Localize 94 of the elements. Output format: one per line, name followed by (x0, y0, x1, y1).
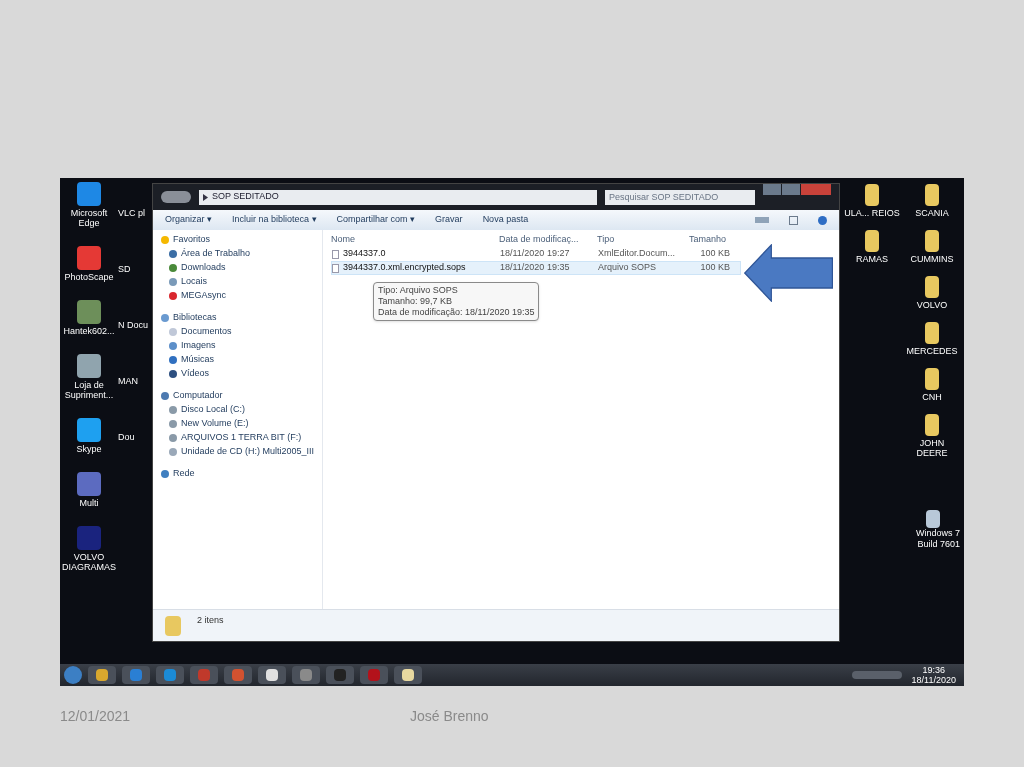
file-type: Arquivo SOPS (598, 261, 658, 275)
nav-item[interactable]: Músicas (161, 354, 322, 366)
desktop-icon-label: Loja de Supriment... (63, 380, 115, 400)
nav-item[interactable]: Rede (161, 468, 322, 480)
breadcrumb[interactable]: SOP SEDITADO (212, 190, 279, 204)
toolbar-button[interactable]: Incluir na biblioteca ▾ (232, 213, 317, 227)
desktop-icon-label: CUMMINS (910, 254, 954, 264)
slide-date: 12/01/2021 (60, 706, 132, 726)
clock-date[interactable]: 18/11/2020 (911, 675, 956, 685)
desktop-icon-label: SCANIA (915, 208, 949, 218)
desktop-icon-label: ULA... REIOS (844, 208, 900, 218)
desktop-icon-label: Skype (76, 444, 102, 454)
desktop-icon[interactable] (77, 354, 101, 378)
taskbar-app-icon[interactable] (394, 666, 422, 684)
file-date: 18/11/2020 19:27 (500, 247, 571, 261)
desktop-icon-label: Hantek602... (63, 326, 115, 336)
desktop-icon[interactable] (77, 182, 101, 206)
file-size: 100 KB (699, 261, 730, 275)
folder-icon[interactable] (925, 276, 939, 298)
desktop-icon[interactable] (77, 246, 101, 270)
toolbar-button[interactable]: Organizar ▾ (165, 213, 213, 227)
file-size: 100 KB (699, 247, 730, 261)
toolbar-button[interactable]: Compartilhar com ▾ (336, 213, 416, 227)
watermark-text: Build 7601 (917, 539, 960, 550)
slide-author: José Brenno (410, 706, 489, 726)
watermark-text: Windows 7 (916, 528, 960, 539)
column-header[interactable]: Tipo (597, 233, 689, 247)
back-forward-icon[interactable] (161, 191, 191, 203)
toolbar-button[interactable]: Nova pasta (482, 213, 529, 227)
tooltip-line: Tipo: Arquivo SOPS (378, 285, 459, 296)
desktop-icon-label: SD (118, 264, 132, 274)
desktop-icon-label: MERCEDES (906, 346, 958, 356)
folder-icon[interactable] (925, 322, 939, 344)
file-row[interactable]: 3944337.0 18/11/2020 19:27 XmlEditor.Docum... 100 KB (331, 247, 741, 261)
desktop-icon-label: N Docu (118, 320, 149, 330)
nav-icon (161, 470, 169, 478)
nav-item[interactable]: Documentos (161, 326, 322, 338)
desktop-icon-label: Microsoft Edge (69, 208, 109, 228)
desktop-icon[interactable] (77, 418, 101, 442)
desktop-icon-label: RAMAS (856, 254, 888, 264)
nav-item[interactable]: Locais (161, 276, 322, 288)
nav-item[interactable]: Imagens (161, 340, 322, 352)
folder-icon[interactable] (925, 368, 939, 390)
item-count: 2 itens (197, 614, 224, 627)
nav-item[interactable]: Bibliotecas (161, 312, 322, 324)
file-row[interactable]: 3944337.0.xml.encrypted.sops 18/11/2020 19:35 Arquivo SOPS 100 KB (331, 261, 741, 275)
folder-icon[interactable] (865, 184, 879, 206)
folder-icon[interactable] (925, 230, 939, 252)
desktop-icon-label: Multi (79, 498, 99, 508)
column-header[interactable]: Tamanho (689, 233, 739, 247)
desktop-icon-label: JOHN DEERE (915, 438, 949, 458)
desktop-icon[interactable] (77, 300, 101, 324)
tray-icons[interactable] (851, 671, 902, 679)
clock-time[interactable]: 19:36 (922, 665, 946, 675)
nav-item[interactable]: Vídeos (161, 368, 322, 380)
desktop-icon-label: PhotoScape (64, 272, 114, 282)
tooltip-line: Data de modificação: 18/11/2020 19:35 (378, 307, 535, 318)
desktop-icon-label: VOLVO (916, 300, 948, 310)
folder-icon[interactable] (865, 230, 879, 252)
taskbar-app-icon[interactable] (88, 666, 116, 684)
desktop-icon-label: VLC pl (118, 208, 146, 218)
toolbar-button[interactable]: Gravar (435, 213, 463, 227)
file-name: 3944337.0 (343, 247, 386, 261)
nav-item[interactable]: New Volume (E:) (161, 418, 322, 430)
column-header[interactable]: Data de modificaç... (499, 233, 597, 247)
nav-item[interactable]: Downloads (161, 262, 322, 274)
preview-pane-icon[interactable] (789, 215, 798, 225)
recycle-bin-icon[interactable] (926, 510, 940, 528)
column-header[interactable]: Nome (331, 233, 499, 247)
nav-item[interactable]: Área de Trabalho (161, 248, 322, 260)
nav-item[interactable]: Favoritos (161, 234, 322, 246)
desktop-icon-label: CNH (922, 392, 942, 402)
chevron-icon (203, 193, 208, 201)
file-type: XmlEditor.Docum... (598, 247, 677, 261)
desktop-icon-label: Dou (118, 432, 136, 442)
folder-icon[interactable] (925, 184, 939, 206)
folder-icon[interactable] (925, 414, 939, 436)
desktop-icon[interactable] (77, 472, 101, 496)
file-name: 3944337.0.xml.encrypted.sops (343, 261, 466, 275)
desktop-icon-label: VOLVO DIAGRAMAS (61, 552, 117, 572)
nav-item[interactable]: Computador (161, 390, 322, 402)
folder-icon (165, 615, 181, 636)
nav-item[interactable]: ARQUIVOS 1 TERRA BIT (F:) (161, 432, 322, 444)
start-button[interactable] (64, 666, 82, 684)
nav-item[interactable]: Unidade de CD (H:) Multi2005_III (161, 446, 322, 458)
help-icon[interactable] (818, 215, 827, 225)
address-bar[interactable]: SOP SEDITADO (199, 189, 597, 205)
nav-item[interactable]: MEGAsync (161, 290, 322, 302)
file-date: 18/11/2020 19:35 (500, 261, 571, 275)
nav-item[interactable]: Disco Local (C:) (161, 404, 322, 416)
search-field[interactable]: Pesquisar SOP SEDITADO (605, 189, 755, 205)
tooltip-line: Tamanho: 99,7 KB (378, 296, 454, 307)
desktop-icon-label: MAN (118, 376, 139, 386)
taskbar-app-icon[interactable] (258, 666, 286, 684)
